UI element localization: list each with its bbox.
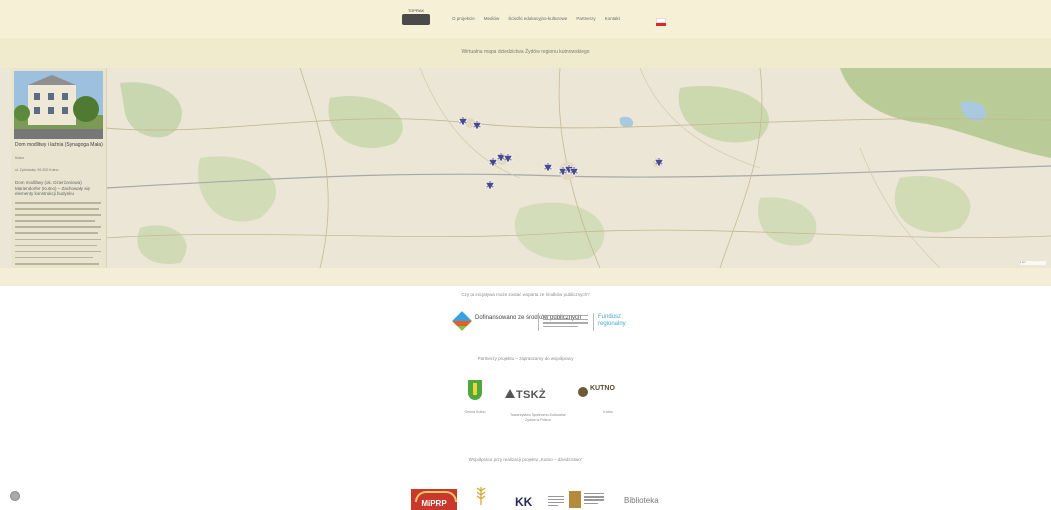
wheat-emblem-icon[interactable] (474, 485, 488, 507)
map-footer-bar (0, 268, 1051, 286)
divider (538, 313, 539, 331)
panel-description: Dom modlitwy (ok. Dzierżoniowa) Mariendo… (15, 180, 91, 196)
map-scale: 1 km (1020, 261, 1046, 265)
cooperation-logos: MiPRP KK Biblioteka (0, 485, 1051, 510)
marker-star-of-david-icon[interactable] (458, 115, 468, 127)
funding-diamond-icon (452, 311, 472, 331)
marker-star-of-david-icon[interactable] (543, 161, 553, 173)
nav-item-paths[interactable]: Ścieżki edukacyjno-kulturowe (508, 16, 567, 21)
site-logo[interactable]: TOPRAK (402, 8, 430, 25)
nav-item-contact[interactable]: Kontakt (605, 16, 620, 21)
nav-item-partners[interactable]: Partnerzy (576, 16, 595, 21)
caption-tskz: Towarzystwo Społeczno-Kulturalne Żydów w… (510, 413, 566, 422)
caption-kutno: Kutno (603, 410, 613, 414)
info-panel: Dom modlitwy i łaźnia (Synagoga Mała) Ku… (11, 68, 107, 277)
funding-right-logo: Fundusz regionalny (598, 314, 626, 327)
cooperation-question: Współpraca przy realizacji projektu „Kut… (468, 457, 583, 462)
kk-small-text (548, 496, 564, 507)
kutno-logo-text: KUTNO (590, 385, 615, 392)
marker-star-of-david-icon[interactable] (472, 119, 482, 131)
tskz-logo[interactable]: TSKŻ (516, 389, 546, 401)
main-nav: O projekcie Mediów Ścieżki edukacyjno-ku… (452, 16, 620, 21)
marker-star-of-david-icon[interactable] (488, 156, 498, 168)
building-photo (14, 71, 103, 139)
settings-gear-icon[interactable] (10, 491, 20, 501)
logo-text: TOPRAK (407, 8, 425, 13)
flag-pl-icon[interactable] (656, 18, 666, 26)
miprp-logo[interactable]: MiPRP (411, 489, 457, 510)
gmina-coat-of-arms-icon[interactable] (468, 380, 482, 400)
caption-gmina: Gmina Kutno (464, 410, 486, 414)
panel-address: ul. Żydowska, 99-300 Kutno (15, 168, 59, 172)
tskz-star-icon (505, 389, 515, 398)
church-small-text (584, 493, 604, 507)
page-subtitle: Wirtualna mapa dziedzictwa Żydów regionu… (461, 49, 590, 55)
library-logo[interactable]: Biblioteka (624, 496, 659, 505)
map[interactable] (0, 68, 1051, 268)
nav-item-about[interactable]: O projekcie (452, 16, 475, 21)
marker-layer (458, 115, 664, 191)
kutno-circle-icon (578, 387, 588, 397)
marker-star-of-david-icon[interactable] (654, 156, 664, 168)
partners-question: Partnerzy projektu – zapraszamy do współ… (477, 356, 574, 361)
church-emblem-icon[interactable] (569, 491, 581, 508)
kk-logo[interactable]: KK (515, 495, 532, 509)
marker-star-of-david-icon[interactable] (485, 179, 495, 191)
panel-title: Dom modlitwy i łaźnia (Synagoga Mała) (15, 142, 103, 148)
divider (593, 313, 594, 331)
funding-logo-block[interactable]: Dofinansowano ze środków publicznych Fun… (452, 311, 635, 333)
panel-location: Kutno (15, 156, 25, 160)
nav-item-media[interactable]: Mediów (484, 16, 500, 21)
funding-question: Czy ta inicjatywa może zostać wsparta ze… (461, 292, 590, 297)
funding-small-text (543, 315, 588, 329)
